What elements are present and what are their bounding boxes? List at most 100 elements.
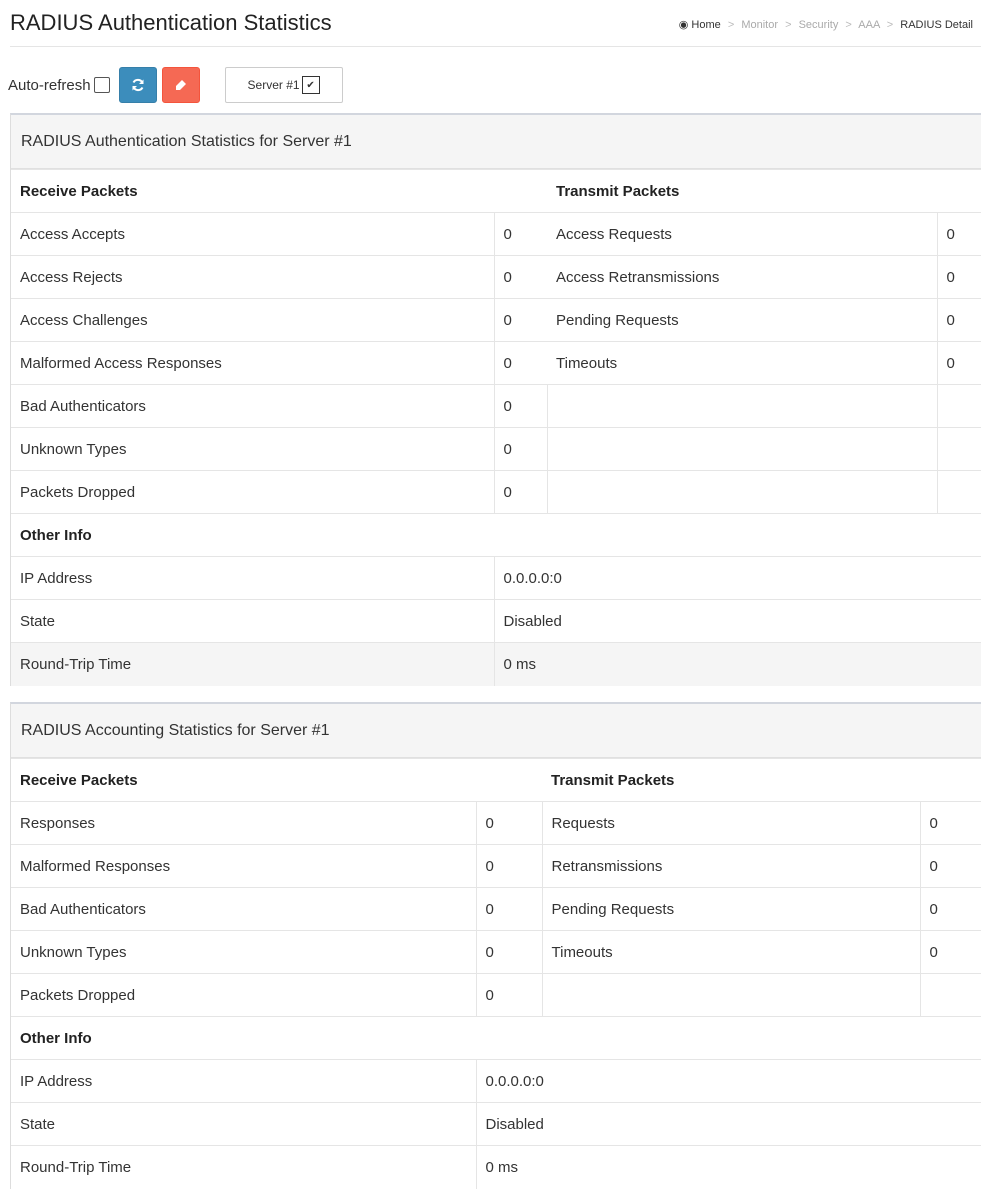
table-row: Unknown Types 0 — [11, 427, 981, 471]
breadcrumb: ◉ Home > Monitor > Security > AAA > RADI… — [679, 18, 973, 31]
breadcrumb-aaa[interactable]: AAA — [858, 19, 879, 31]
auto-refresh-label: Auto-refresh — [8, 76, 91, 94]
rx-value: 0 — [493, 298, 547, 342]
acct-stats-table: Receive Packets Transmit Packets Respons… — [11, 758, 981, 1189]
tx-label: Timeouts — [541, 930, 920, 974]
tx-value: 0 — [919, 887, 981, 931]
rx-value: 0 — [493, 470, 547, 514]
table-row: Round-Trip Time 0 ms — [11, 642, 981, 686]
tx-label: Access Requests — [547, 212, 937, 256]
rx-label: Malformed Responses — [11, 844, 476, 888]
info-label: State — [11, 599, 494, 643]
rx-label: Packets Dropped — [11, 470, 494, 514]
acct-panel-title: RADIUS Accounting Statistics for Server … — [11, 704, 981, 758]
chevron-down-icon: ✔ — [301, 76, 320, 94]
table-row: Responses 0 Requests 0 — [11, 801, 981, 845]
tx-label: Access Retransmissions — [547, 255, 937, 299]
rx-value: 0 — [493, 427, 547, 471]
tx-value — [936, 427, 981, 471]
table-row: Packets Dropped 0 — [11, 973, 981, 1017]
info-label: State — [11, 1102, 476, 1146]
page-title: RADIUS Authentication Statistics — [10, 10, 332, 35]
tx-value — [936, 384, 981, 428]
server-select[interactable]: Server #1 ✔ — [224, 67, 343, 103]
breadcrumb-monitor[interactable]: Monitor — [741, 19, 778, 31]
info-value: 0 ms — [493, 642, 981, 686]
table-row: Access Rejects 0 Access Retransmissions … — [11, 255, 981, 299]
rx-value: 0 — [493, 212, 547, 256]
tx-value — [919, 973, 981, 1017]
info-value: 0 ms — [475, 1145, 981, 1189]
info-value: Disabled — [493, 599, 981, 643]
transmit-packets-header: Transmit Packets — [547, 169, 981, 213]
rx-label: Packets Dropped — [11, 973, 476, 1017]
table-row: Malformed Access Responses 0 Timeouts 0 — [11, 341, 981, 385]
tx-label — [546, 384, 937, 428]
table-row: Bad Authenticators 0 Pending Requests 0 — [11, 887, 981, 931]
table-row: Access Challenges 0 Pending Requests 0 — [11, 298, 981, 342]
rx-value: 0 — [475, 801, 542, 845]
tx-label — [541, 973, 920, 1017]
tx-value: 0 — [936, 212, 981, 256]
breadcrumb-separator: > — [785, 19, 792, 31]
auth-stats-table: Receive Packets Transmit Packets Access … — [11, 169, 981, 686]
breadcrumb-separator: > — [886, 19, 894, 31]
auth-panel-title: RADIUS Authentication Statistics for Ser… — [11, 115, 981, 169]
table-row: IP Address 0.0.0.0:0 — [11, 556, 981, 600]
rx-value: 0 — [493, 341, 547, 385]
tx-label — [546, 470, 937, 514]
table-row: IP Address 0.0.0.0:0 — [11, 1059, 981, 1103]
info-value: 0.0.0.0:0 — [493, 556, 981, 600]
tx-label: Requests — [541, 801, 920, 845]
info-label: Round-Trip Time — [11, 1145, 476, 1189]
rx-label: Access Accepts — [11, 212, 494, 256]
rx-value: 0 — [493, 384, 547, 428]
rx-value: 0 — [475, 844, 542, 888]
breadcrumb-security[interactable]: Security — [799, 19, 839, 31]
info-value: 0.0.0.0:0 — [475, 1059, 981, 1103]
rx-value: 0 — [475, 887, 542, 931]
info-label: IP Address — [11, 556, 494, 600]
other-info-header-row: Other Info — [11, 513, 981, 557]
breadcrumb-current: RADIUS Detail — [900, 19, 973, 31]
tx-label: Timeouts — [547, 341, 937, 385]
auto-refresh-checkbox[interactable] — [93, 77, 110, 93]
transmit-packets-header: Transmit Packets — [542, 758, 981, 802]
table-row: Malformed Responses 0 Retransmissions 0 — [11, 844, 981, 888]
tx-label — [546, 427, 937, 471]
header-divider — [10, 46, 981, 47]
info-label: IP Address — [11, 1059, 476, 1103]
info-label: Round-Trip Time — [11, 642, 494, 686]
receive-packets-header: Receive Packets — [11, 169, 547, 213]
tx-value: 0 — [936, 341, 981, 385]
table-row: Round-Trip Time 0 ms — [11, 1145, 981, 1189]
rx-value: 0 — [493, 255, 547, 299]
clear-button[interactable] — [161, 67, 200, 103]
receive-packets-header: Receive Packets — [11, 758, 542, 802]
toolbar: Auto-refresh Server #1 ✔ — [8, 67, 343, 103]
tx-value — [936, 470, 981, 514]
rx-value: 0 — [475, 973, 542, 1017]
table-row: Packets Dropped 0 — [11, 470, 981, 514]
tx-value: 0 — [919, 844, 981, 888]
auth-stats-panel: RADIUS Authentication Statistics for Ser… — [10, 113, 981, 686]
refresh-button[interactable] — [118, 67, 157, 103]
tx-value: 0 — [919, 801, 981, 845]
rx-label: Bad Authenticators — [11, 887, 476, 931]
table-row: Bad Authenticators 0 — [11, 384, 981, 428]
table-header-row: Receive Packets Transmit Packets — [11, 758, 981, 802]
table-row: State Disabled — [11, 1102, 981, 1146]
rx-label: Access Challenges — [11, 298, 494, 342]
breadcrumb-separator: > — [845, 19, 852, 31]
acct-stats-panel: RADIUS Accounting Statistics for Server … — [10, 702, 981, 1189]
eraser-icon — [175, 80, 186, 90]
info-value: Disabled — [475, 1102, 981, 1146]
tx-value: 0 — [936, 255, 981, 299]
breadcrumb-separator: > — [727, 19, 735, 31]
other-info-header-row: Other Info — [11, 1016, 981, 1060]
breadcrumb-home[interactable]: ◉ Home — [679, 19, 724, 31]
table-row: Unknown Types 0 Timeouts 0 — [11, 930, 981, 974]
table-header-row: Receive Packets Transmit Packets — [11, 169, 981, 213]
rx-label: Access Rejects — [11, 255, 494, 299]
tx-value: 0 — [919, 930, 981, 974]
